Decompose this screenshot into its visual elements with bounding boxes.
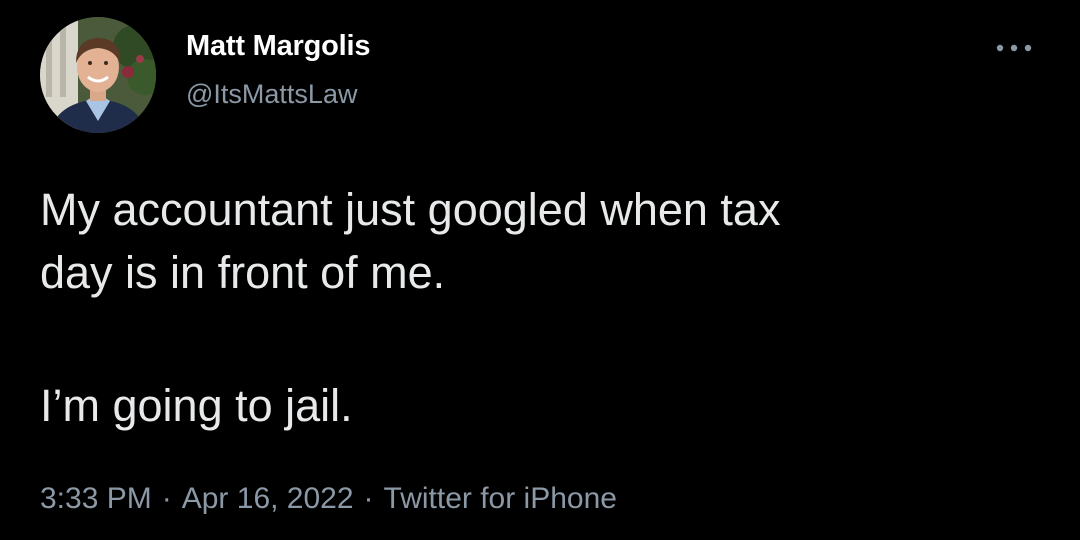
author-handle[interactable]: @ItsMattsLaw xyxy=(186,79,357,110)
profile-photo-icon xyxy=(40,17,156,133)
tweet-text-line: My accountant just googled when tax xyxy=(40,184,781,235)
paragraph-break xyxy=(40,304,1040,374)
tweet-text-line: I’m going to jail. xyxy=(40,380,353,431)
tweet-text-line: day is in front of me. xyxy=(40,247,446,298)
separator-dot: · xyxy=(161,482,172,515)
avatar[interactable] xyxy=(40,17,156,133)
tweet-date[interactable]: Apr 16, 2022 xyxy=(182,482,354,515)
separator-dot: · xyxy=(363,482,374,515)
tweet-card: Matt Margolis @ItsMattsLaw My accountant… xyxy=(0,0,1080,540)
more-horizontal-icon xyxy=(996,44,1032,52)
tweet-text: My accountant just googled when tax day … xyxy=(40,178,1040,437)
more-options-button[interactable] xyxy=(992,32,1036,64)
tweet-time[interactable]: 3:33 PM xyxy=(40,482,152,515)
author-display-name[interactable]: Matt Margolis xyxy=(186,30,371,63)
tweet-source[interactable]: Twitter for iPhone xyxy=(384,482,617,515)
tweet-metadata: 3:33 PM · Apr 16, 2022 · Twitter for iPhone xyxy=(40,482,617,516)
